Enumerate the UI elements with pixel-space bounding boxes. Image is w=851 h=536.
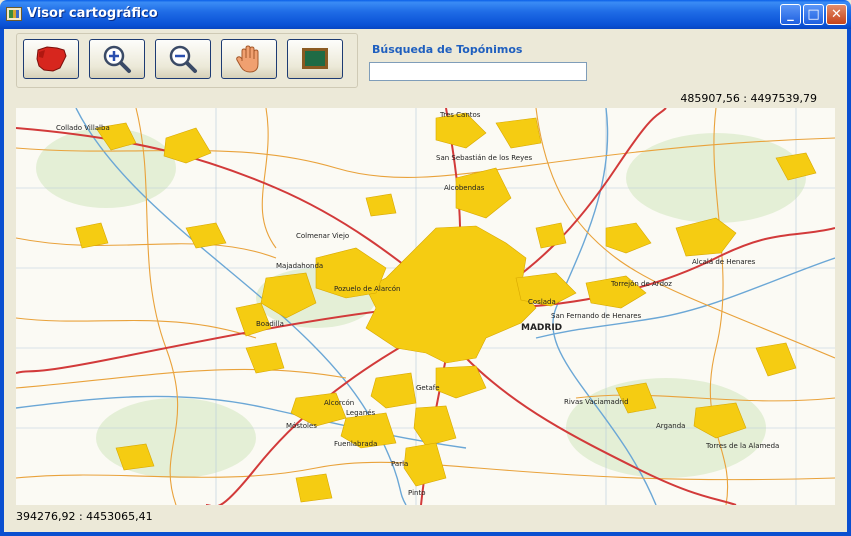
window-frame-left <box>0 29 4 536</box>
map-label-san-sebastian: San Sebastián de los Reyes <box>436 154 533 162</box>
map-label-leganes: Leganés <box>346 409 376 417</box>
map-label-majadahonda: Majadahonda <box>276 262 323 270</box>
close-button[interactable]: ✕ <box>826 4 847 25</box>
window-title: Visor cartográfico <box>27 6 158 21</box>
map-label-colmenar: Colmenar Viejo <box>296 232 349 240</box>
map-label-tres-cantos: Tres Cantos <box>439 111 481 119</box>
window-frame-right <box>847 29 851 536</box>
zoom-in-icon <box>103 45 131 73</box>
map-label-arganda: Arganda <box>656 422 685 430</box>
map-label-getafe: Getafe <box>416 384 440 392</box>
zoom-out-button[interactable] <box>155 39 211 79</box>
map-label-alcorcon: Alcorcón <box>324 399 354 407</box>
search-label: Búsqueda de Topónimos <box>372 43 523 56</box>
zoom-out-icon <box>169 45 197 73</box>
coordinate-readout-bottom: 394276,92 : 4453065,41 <box>16 510 153 523</box>
map-label-torres: Torres de la Alameda <box>705 442 779 450</box>
map-label-collado: Collado Villalba <box>56 124 110 132</box>
minimize-button[interactable]: _ <box>780 4 801 25</box>
map-label-madrid: MADRID <box>521 323 562 333</box>
map-label-alcobendas: Alcobendas <box>444 184 485 192</box>
toponym-search-input[interactable] <box>369 62 587 81</box>
title-bar: Visor cartográfico _ □ ✕ <box>0 0 851 29</box>
spain-map-button[interactable] <box>23 39 79 79</box>
board-button[interactable] <box>287 39 343 79</box>
map-label-mostoles: Móstoles <box>286 422 317 430</box>
map-label-alcala: Alcalá de Henares <box>692 258 756 266</box>
coordinate-readout-top: 485907,56 : 4497539,79 <box>680 92 817 105</box>
board-icon <box>302 48 328 69</box>
map-label-pozuelo: Pozuelo de Alarcón <box>334 285 400 293</box>
hand-icon <box>236 45 259 73</box>
map-label-rivas: Rivas Vaciamadrid <box>564 398 629 406</box>
map-view[interactable]: MADRID Alcobendas San Sebastián de los R… <box>16 108 835 505</box>
spain-map-icon <box>36 46 67 72</box>
map-label-boadilla: Boadilla <box>256 320 284 328</box>
map-label-san-fernando: San Fernando de Henares <box>551 312 642 320</box>
map-label-pinto: Pinto <box>408 489 425 497</box>
maximize-button[interactable]: □ <box>803 4 824 25</box>
window-frame-bottom <box>0 532 851 536</box>
map-label-torrejon: Torrejón de Ardoz <box>610 280 672 288</box>
app-map-icon <box>6 7 22 21</box>
zoom-in-button[interactable] <box>89 39 145 79</box>
pan-hand-button[interactable] <box>221 39 277 79</box>
map-canvas: MADRID Alcobendas San Sebastián de los R… <box>16 108 835 505</box>
map-label-parla: Parla <box>391 460 408 468</box>
map-label-fuenlabrada: Fuenlabrada <box>334 440 377 448</box>
map-label-coslada: Coslada <box>528 298 556 306</box>
